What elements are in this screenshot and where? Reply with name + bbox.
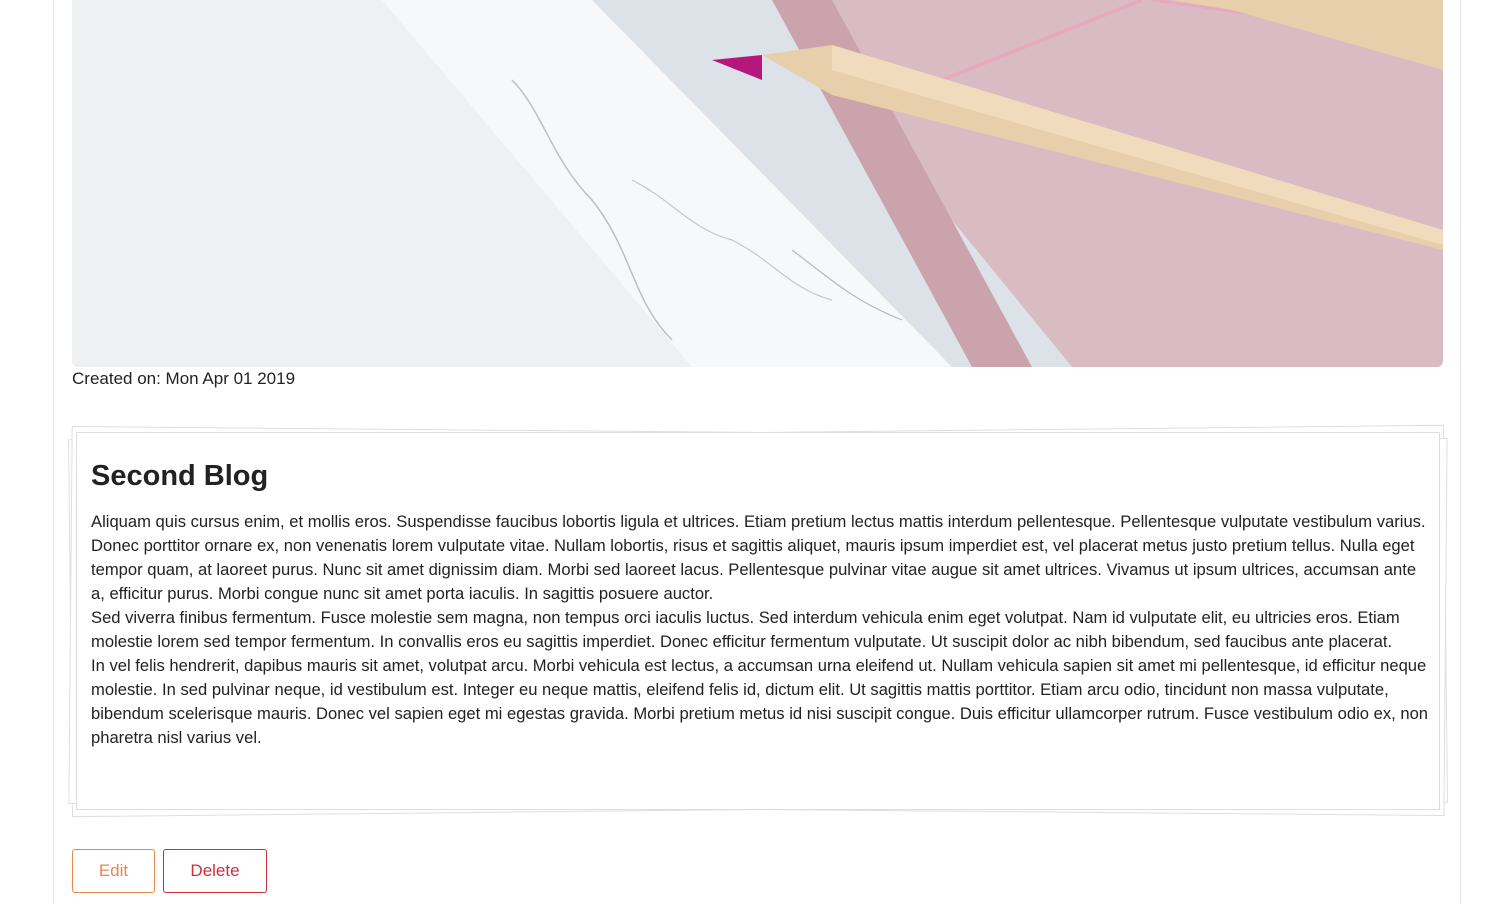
blog-hero-image	[72, 0, 1443, 367]
hero-illustration	[72, 0, 1443, 367]
blog-paragraph: Aliquam quis cursus enim, et mollis eros…	[91, 512, 1426, 603]
blog-title: Second Blog	[91, 460, 269, 492]
blog-card: Second Blog Aliquam quis cursus enim, et…	[68, 424, 1448, 818]
created-date: Created on: Mon Apr 01 2019	[72, 369, 296, 388]
blog-body: Aliquam quis cursus enim, et mollis eros…	[91, 510, 1431, 750]
blog-paragraph: Sed viverra finibus fermentum. Fusce mol…	[91, 608, 1400, 651]
edit-button[interactable]: Edit	[72, 849, 155, 893]
card-content: Second Blog Aliquam quis cursus enim, et…	[91, 456, 1431, 750]
delete-button[interactable]: Delete	[163, 849, 267, 893]
blog-paragraph: In vel felis hendrerit, dapibus mauris s…	[91, 656, 1429, 747]
